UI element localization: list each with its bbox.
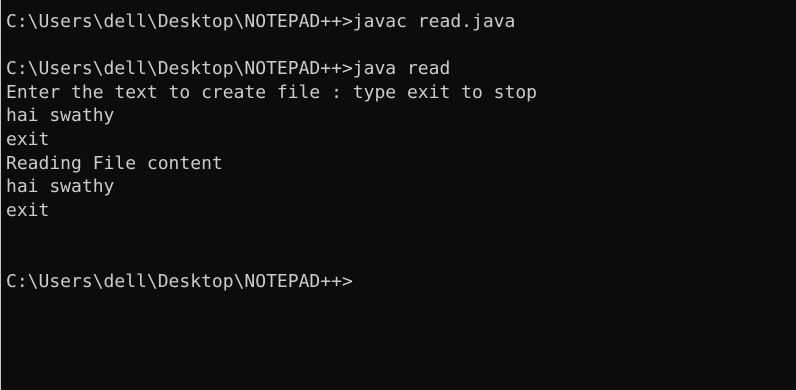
console-line: exit (6, 199, 50, 221)
console-line: hai swathy (6, 176, 115, 198)
console-window[interactable]: C:\Users\dell\Desktop\NOTEPAD++>javac re… (0, 0, 796, 390)
console-line: C:\Users\dell\Desktop\NOTEPAD++>javac re… (6, 11, 516, 32)
console-line: Enter the text to create file : type exi… (6, 81, 538, 103)
console-prompt-line[interactable]: C:\Users\dell\Desktop\NOTEPAD++> (6, 270, 537, 294)
console-line: Reading File content (6, 152, 223, 174)
console-output: C:\Users\dell\Desktop\NOTEPAD++>javac re… (6, 10, 537, 293)
console-line: exit (6, 128, 50, 150)
console-line: hai swathy (6, 105, 115, 127)
console-line: C:\Users\dell\Desktop\NOTEPAD++>java rea… (6, 58, 451, 80)
